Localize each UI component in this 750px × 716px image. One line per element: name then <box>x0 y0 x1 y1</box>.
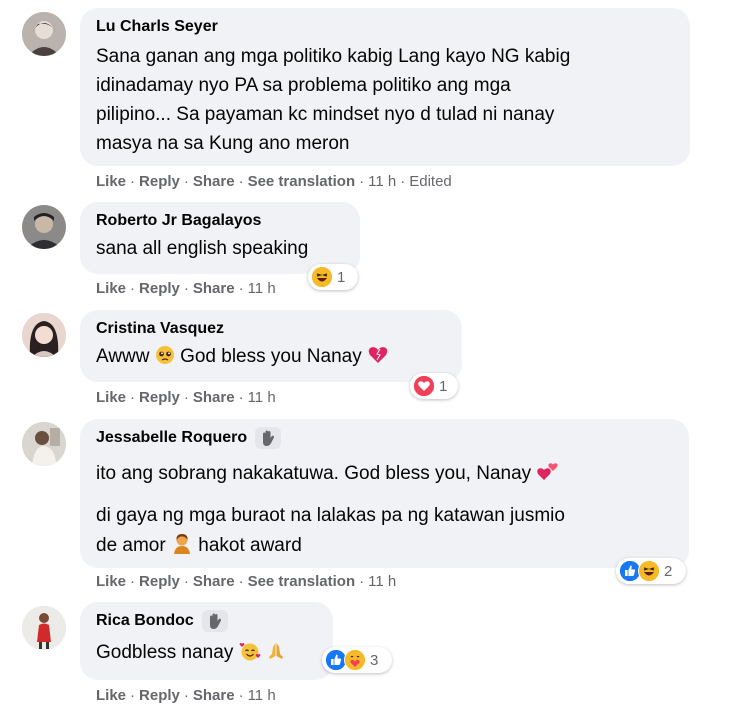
comment-author-name[interactable]: Jessabelle Roquero <box>96 429 247 447</box>
like-link[interactable]: Like <box>96 389 126 406</box>
avatar[interactable] <box>22 606 66 650</box>
timestamp[interactable]: 11 h <box>368 573 396 590</box>
waving-hand-badge-icon[interactable] <box>255 427 282 449</box>
reaction-summary[interactable]: 2 <box>616 558 686 584</box>
like-link[interactable]: Like <box>96 687 126 704</box>
reaction-count: 1 <box>337 268 346 286</box>
share-link[interactable]: Share <box>193 389 235 406</box>
heart-emoji-icon <box>367 345 389 374</box>
comment-actions: Like · Reply · Share · 11 h <box>96 389 276 406</box>
two-hearts-emoji-icon <box>536 460 560 491</box>
folded-hands-emoji-icon <box>266 641 286 670</box>
avatar[interactable] <box>22 205 66 249</box>
comment-author-name[interactable]: Rica Bondoc <box>96 612 194 630</box>
comment-text-line: de amor hakot award <box>96 531 675 563</box>
comment-author[interactable]: Lu Charls Seyer <box>96 16 676 38</box>
comment-bubble: Jessabelle Roquero ito ang sobrang nakak… <box>80 419 689 568</box>
reply-link[interactable]: Reply <box>139 280 180 297</box>
reply-link[interactable]: Reply <box>139 173 180 190</box>
reply-link[interactable]: Reply <box>139 389 180 406</box>
comment-text-part: ito ang sobrang nakakatuwa. God bless yo… <box>96 463 532 484</box>
haha-reaction-icon <box>638 560 660 582</box>
comment-text-line: masya na sa Kung ano meron <box>96 133 350 154</box>
comment-text-part: hakot award <box>198 535 302 556</box>
see-translation-link[interactable]: See translation <box>248 573 356 590</box>
comment-text: sana all english speaking <box>96 238 309 259</box>
waving-hand-badge-icon[interactable] <box>201 610 228 632</box>
comment-text-line: pilipino... Sa payaman kc mindset nyo d … <box>96 104 555 125</box>
haha-reaction-icon <box>311 266 333 288</box>
reply-link[interactable]: Reply <box>139 687 180 704</box>
timestamp[interactable]: 11 h <box>248 280 276 297</box>
share-link[interactable]: Share <box>193 280 235 297</box>
avatar[interactable] <box>22 12 66 56</box>
comment-actions: Like · Reply · Share · See translation · 11 h · Ed… <box>96 173 452 190</box>
timestamp[interactable]: 11 h <box>248 389 276 406</box>
comment-text-part: de amor <box>96 535 166 556</box>
love-reaction-icon <box>413 375 435 397</box>
reaction-count: 3 <box>370 651 379 669</box>
avatar[interactable] <box>22 313 66 357</box>
comment-author[interactable]: Cristina Vasquez <box>96 318 448 340</box>
reply-link[interactable]: Reply <box>139 573 180 590</box>
comment-text-line: idinadamay nyo PA sa problema politiko a… <box>96 75 511 96</box>
comment-text-line: Sana ganan ang mga politiko kabig Lang k… <box>96 46 571 67</box>
like-link[interactable]: Like <box>96 573 126 590</box>
reaction-summary[interactable]: 1 <box>308 264 358 290</box>
comment-bubble: Rica Bondoc Godbless nanay <box>80 602 333 680</box>
person-gesturing-emoji-icon <box>171 532 193 563</box>
comment-text-line: ito ang sobrang nakakatuwa. God bless yo… <box>96 459 675 491</box>
avatar[interactable] <box>22 422 66 466</box>
comment-text-part: Awww <box>96 346 150 367</box>
comment-author[interactable]: Roberto Jr Bagalayos <box>96 210 346 232</box>
comment-actions: Like · Reply · Share · See translation · 11 h <box>96 573 397 590</box>
comment-bubble: Lu Charls Seyer Sana ganan ang mga polit… <box>80 8 690 166</box>
comment-actions: Like · Reply · Share · 11 h <box>96 280 276 297</box>
share-link[interactable]: Share <box>193 687 235 704</box>
see-translation-link[interactable]: See translation <box>248 173 356 190</box>
reaction-summary[interactable]: 3 <box>322 647 392 673</box>
comment-text: Awww God bless you Nanay <box>96 342 448 374</box>
comment-text-part: God bless you Nanay <box>180 346 362 367</box>
reaction-summary[interactable]: 1 <box>410 373 458 399</box>
comment-author: Jessabelle Roquero <box>96 427 675 449</box>
comment-actions: Like · Reply · Share · 11 h <box>96 687 276 704</box>
comment-text-part: Godbless nanay <box>96 642 234 663</box>
share-link[interactable]: Share <box>193 573 235 590</box>
comment-text-line: di gaya ng mga buraot na lalakas pa ng k… <box>96 505 565 526</box>
like-link[interactable]: Like <box>96 173 126 190</box>
like-link[interactable]: Like <box>96 280 126 297</box>
comment-bubble: Cristina Vasquez Awww God bless you Nana… <box>80 310 462 382</box>
share-link[interactable]: Share <box>193 173 235 190</box>
reaction-count: 2 <box>664 562 673 580</box>
pleading-face-emoji-icon <box>155 345 175 374</box>
timestamp[interactable]: 11 h <box>248 687 276 704</box>
reaction-count: 1 <box>439 377 448 395</box>
comment-text: Godbless nanay <box>96 638 319 670</box>
timestamp[interactable]: 11 h <box>368 173 396 190</box>
edited-label: Edited <box>409 173 452 190</box>
care-reaction-icon <box>344 649 366 671</box>
smiling-face-with-hearts-emoji-icon <box>239 641 261 670</box>
comment-author: Rica Bondoc <box>96 610 319 632</box>
